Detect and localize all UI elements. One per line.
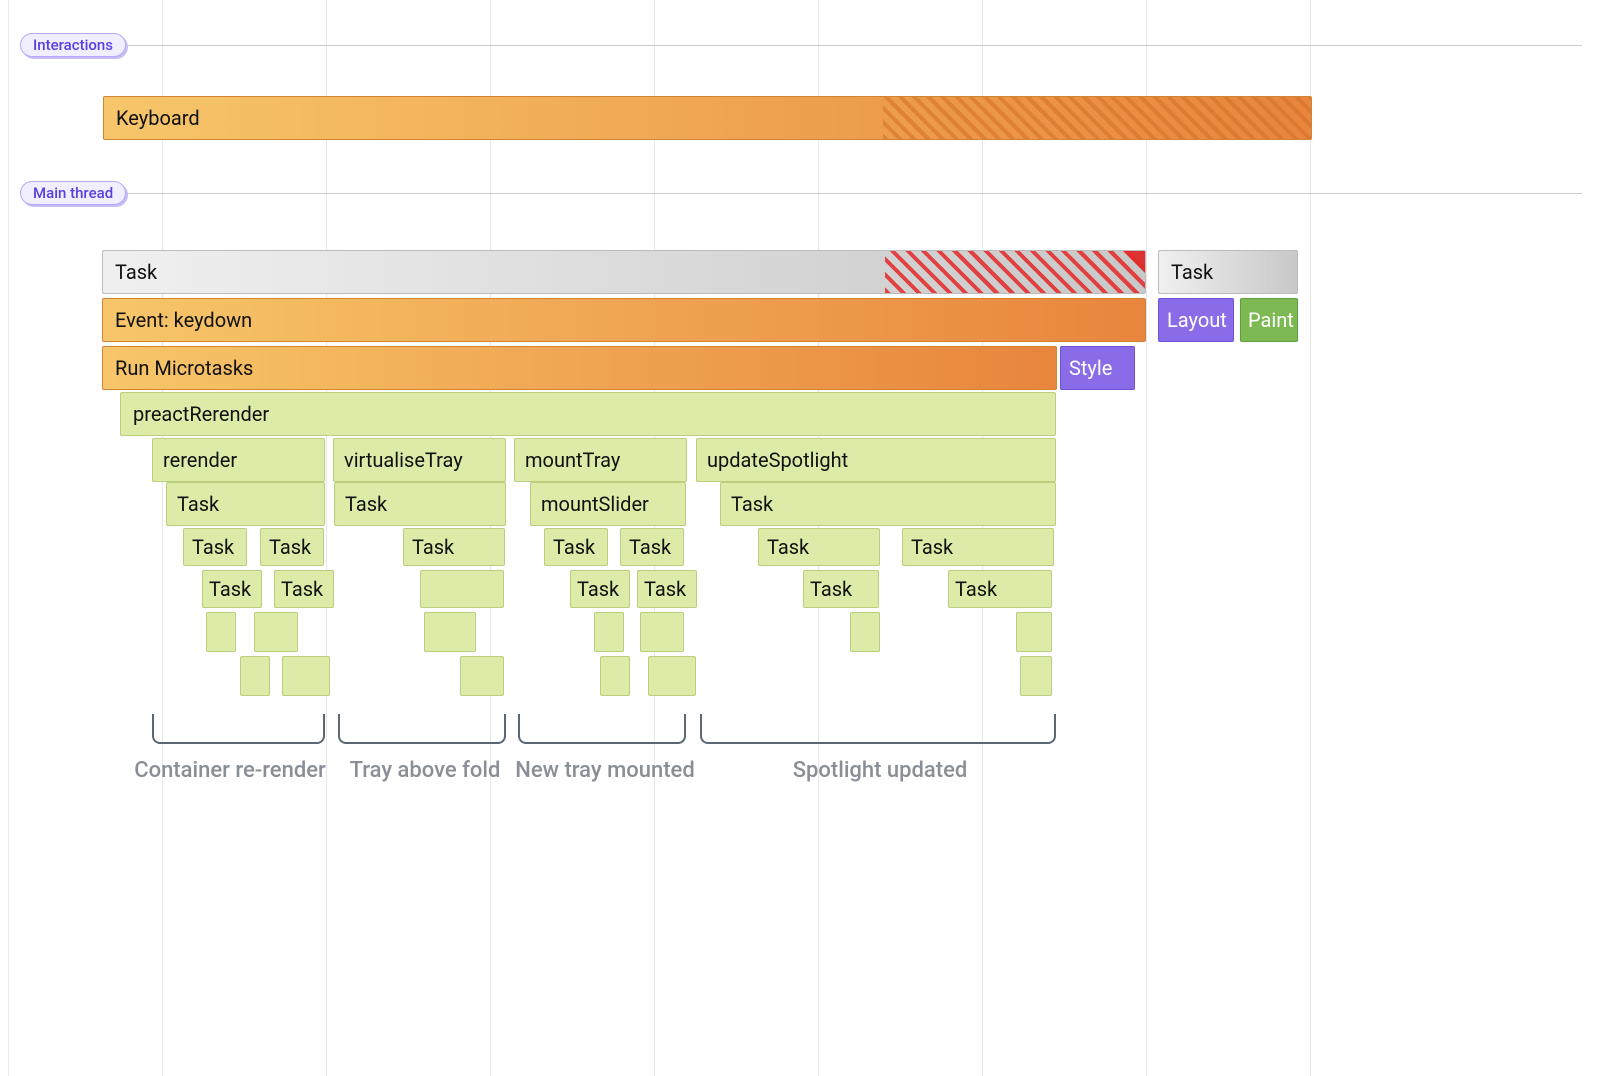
rerender-bar: rerender bbox=[152, 438, 325, 482]
bracket-spotlight bbox=[700, 714, 1056, 744]
tiny-task bbox=[282, 656, 330, 696]
tiny-task bbox=[600, 656, 630, 696]
tiny-task bbox=[1016, 612, 1052, 652]
bracket-label-tray: Tray above fold bbox=[330, 758, 520, 783]
leaf-task: Task bbox=[260, 528, 324, 566]
leaf-task: Task bbox=[544, 528, 608, 566]
run-microtasks-label: Run Microtasks bbox=[115, 356, 253, 380]
event-keydown-bar: Event: keydown bbox=[102, 298, 1146, 342]
nested-task-1: Task bbox=[166, 482, 325, 526]
leaf-task bbox=[420, 570, 504, 608]
secondary-task-label: Task bbox=[1171, 260, 1213, 284]
tiny-task bbox=[240, 656, 270, 696]
tiny-task bbox=[850, 612, 880, 652]
preact-rerender-label: preactRerender bbox=[133, 402, 269, 426]
leaf-task: Task bbox=[902, 528, 1054, 566]
event-keydown-label: Event: keydown bbox=[115, 308, 252, 332]
main-task-label: Task bbox=[115, 260, 157, 284]
bracket-label-new-tray: New tray mounted bbox=[505, 758, 705, 783]
run-microtasks-bar: Run Microtasks bbox=[102, 346, 1057, 390]
bracket-container-rerender bbox=[152, 714, 325, 744]
leaf-task: Task bbox=[620, 528, 684, 566]
paint-label: Paint bbox=[1248, 308, 1294, 332]
tiny-task bbox=[594, 612, 624, 652]
leaf-task: Task bbox=[403, 528, 505, 566]
bracket-label-container: Container re-render bbox=[90, 758, 370, 783]
bracket-tray-above bbox=[338, 714, 506, 744]
tiny-task bbox=[640, 612, 684, 652]
secondary-task-bar: Task bbox=[1158, 250, 1298, 294]
leaf-task: Task bbox=[948, 570, 1052, 608]
main-task-bar: Task bbox=[102, 250, 1146, 294]
keyboard-interaction-bar: Keyboard bbox=[103, 96, 1312, 140]
main-thread-pill: Main thread bbox=[20, 181, 126, 205]
tiny-task bbox=[1020, 656, 1052, 696]
leaf-task: Task bbox=[637, 570, 697, 608]
paint-bar: Paint bbox=[1240, 298, 1298, 342]
nested-task-3: Task bbox=[720, 482, 1056, 526]
leaf-task: Task bbox=[274, 570, 334, 608]
update-spotlight-bar: updateSpotlight bbox=[696, 438, 1056, 482]
layout-label: Layout bbox=[1167, 308, 1227, 332]
bracket-label-spotlight: Spotlight updated bbox=[740, 758, 1020, 783]
leaf-task: Task bbox=[758, 528, 880, 566]
leaf-task: Task bbox=[202, 570, 262, 608]
tiny-task bbox=[254, 612, 298, 652]
nested-task-2: Task bbox=[334, 482, 506, 526]
tiny-task bbox=[424, 612, 476, 652]
leaf-task: Task bbox=[570, 570, 630, 608]
layout-bar: Layout bbox=[1158, 298, 1234, 342]
leaf-task: Task bbox=[803, 570, 879, 608]
tiny-task bbox=[648, 656, 696, 696]
style-bar: Style bbox=[1060, 346, 1135, 390]
bracket-new-tray bbox=[518, 714, 686, 744]
interactions-pill: Interactions bbox=[20, 33, 126, 57]
mount-slider-bar: mountSlider bbox=[530, 482, 686, 526]
tiny-task bbox=[206, 612, 236, 652]
preact-rerender-bar: preactRerender bbox=[120, 392, 1056, 436]
mount-tray-bar: mountTray bbox=[514, 438, 687, 482]
leaf-task: Task bbox=[183, 528, 247, 566]
tiny-task bbox=[460, 656, 504, 696]
virtualise-tray-bar: virtualiseTray bbox=[333, 438, 506, 482]
style-label: Style bbox=[1069, 356, 1112, 380]
keyboard-label: Keyboard bbox=[116, 106, 200, 130]
